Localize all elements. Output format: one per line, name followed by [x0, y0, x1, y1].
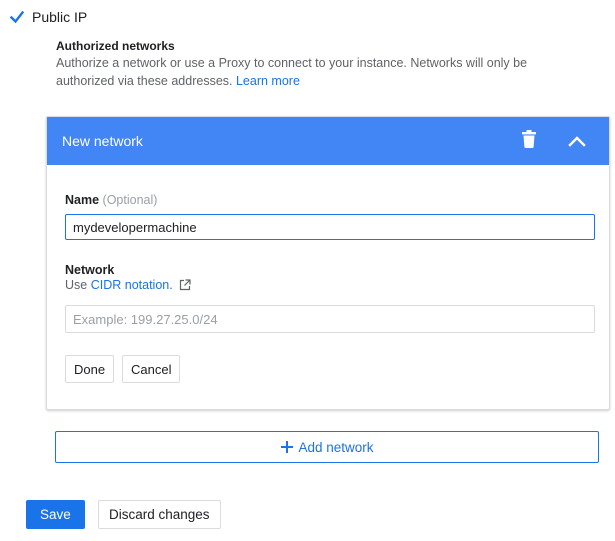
learn-more-link[interactable]: Learn more [236, 74, 300, 88]
card-header: New network [47, 117, 609, 165]
network-hint: Use CIDR notation. [65, 278, 191, 292]
external-link-icon[interactable] [179, 279, 191, 291]
checkmark-icon[interactable] [10, 10, 24, 24]
cancel-button[interactable]: Cancel [122, 355, 181, 383]
public-ip-label: Public IP [32, 9, 88, 25]
cidr-notation-link[interactable]: CIDR notation. [91, 278, 173, 292]
public-ip-checkbox[interactable]: Public IP [10, 9, 87, 25]
network-input[interactable] [65, 305, 595, 333]
authorized-networks-title: Authorized networks [56, 39, 175, 53]
name-input[interactable] [65, 214, 595, 240]
network-label: Network [65, 263, 115, 277]
chevron-up-icon[interactable] [567, 131, 587, 151]
done-button[interactable]: Done [65, 355, 115, 383]
new-network-card: New network Name (Optional) Network Use … [46, 116, 610, 410]
discard-changes-button[interactable]: Discard changes [98, 500, 221, 529]
name-label-text: Name [65, 193, 100, 207]
add-network-button[interactable]: Add network [55, 431, 599, 463]
plus-icon [281, 441, 294, 453]
card-title: New network [62, 133, 143, 149]
authorized-networks-description: Authorize a network or use a Proxy to co… [56, 54, 586, 90]
save-button[interactable]: Save [26, 500, 85, 529]
optional-text: (Optional) [102, 193, 158, 207]
trash-icon[interactable] [522, 130, 536, 148]
name-label: Name (Optional) [65, 193, 157, 207]
add-network-label: Add network [298, 439, 374, 455]
network-hint-prefix: Use [65, 278, 88, 292]
